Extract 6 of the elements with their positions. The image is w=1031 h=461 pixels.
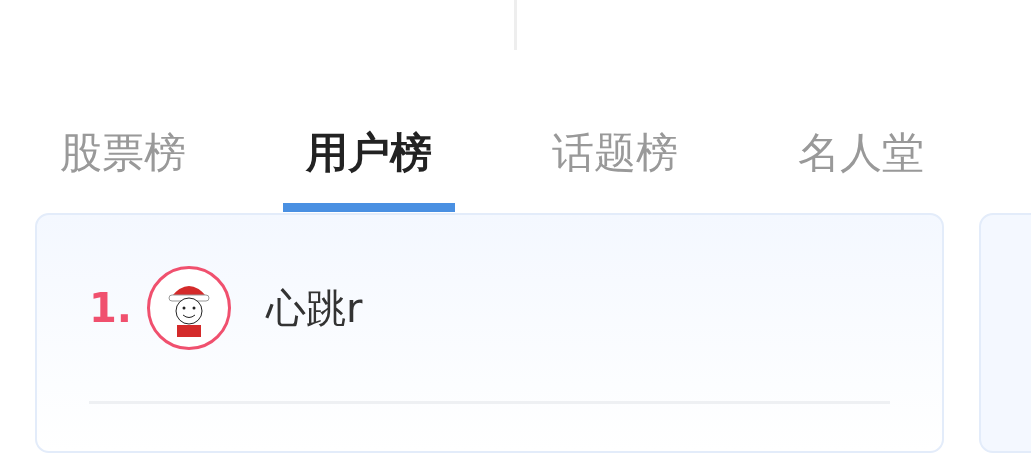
tab[interactable]: 用户榜 xyxy=(246,123,492,213)
tab[interactable]: 股票榜 xyxy=(0,123,246,213)
tab[interactable]: 名人堂 xyxy=(738,123,984,213)
user-name[interactable]: 心跳r xyxy=(266,278,363,338)
rank-number: 1. xyxy=(89,284,134,333)
tab[interactable]: 话题榜 xyxy=(492,123,738,213)
